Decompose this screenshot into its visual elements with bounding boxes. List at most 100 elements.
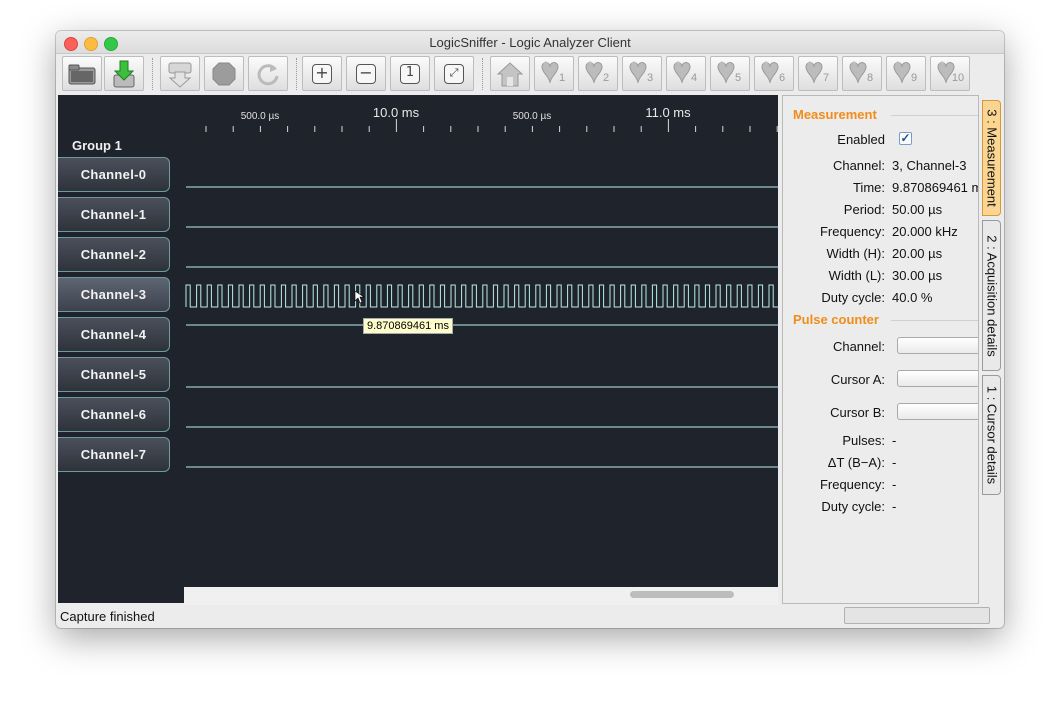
- scrollbar-thumb[interactable]: [630, 591, 734, 598]
- cursor-marker-icon: 8: [849, 61, 873, 84]
- measure-channel-value: 3, Channel-3: [892, 158, 967, 173]
- pulse-duty-cycle-label: Duty cycle:: [821, 499, 885, 514]
- pulse-channel-label: Channel:: [832, 339, 885, 354]
- goto-cursor-7-button[interactable]: 7: [798, 56, 838, 91]
- cursor-marker-icon: 7: [805, 61, 829, 84]
- signal-trace-channel-3: [185, 284, 778, 308]
- pulses-value: -: [892, 433, 897, 448]
- delta-t-value: -: [892, 455, 897, 470]
- pulse-frequency-value: -: [892, 477, 897, 492]
- measure-period-value: 50.00 µs: [892, 202, 943, 217]
- svg-text:3: 3: [647, 72, 653, 84]
- window-title: LogicSniffer - Logic Analyzer Client: [429, 35, 631, 50]
- pulse-frequency-label: Frequency:: [819, 477, 885, 492]
- title-bar: LogicSniffer - Logic Analyzer Client: [56, 31, 1004, 54]
- zoom-out-button[interactable]: −: [346, 56, 386, 91]
- cursor-marker-icon: 4: [673, 61, 697, 84]
- svg-text:6: 6: [779, 72, 785, 84]
- pulse-counter-title: Pulse counter: [793, 312, 879, 327]
- delta-t-label: ΔT (B−A):: [827, 455, 885, 470]
- stop-icon: [212, 62, 236, 85]
- repeat-capture-button[interactable]: [248, 56, 288, 91]
- cursor-marker-icon: 2: [585, 61, 609, 84]
- svg-text:9: 9: [911, 72, 917, 84]
- enabled-label: Enabled: [837, 132, 885, 147]
- goto-cursor-5-button[interactable]: 5: [710, 56, 750, 91]
- tab-cursor-details[interactable]: 1 : Cursor details: [982, 375, 1001, 495]
- tab-label: 3 : Measurement: [984, 109, 999, 207]
- measure-time-label: Time:: [852, 180, 885, 195]
- goto-cursor-8-button[interactable]: 8: [842, 56, 882, 91]
- cursor-a-label: Cursor A:: [830, 372, 885, 387]
- tab-measurement[interactable]: 3 : Measurement: [982, 100, 1001, 216]
- toolbar: + − 1 ⤢ 1 2 3 4 5 6 7 8 9 10: [56, 54, 1004, 94]
- tab-acquisition-details[interactable]: 2 : Acquisition details: [982, 220, 1001, 371]
- open-capture-button[interactable]: [62, 56, 102, 91]
- cursor-b-select[interactable]: [897, 403, 978, 420]
- cursor-a-select[interactable]: [897, 370, 978, 387]
- zoom-in-icon: +: [312, 63, 332, 84]
- pulses-label: Pulses:: [842, 433, 885, 448]
- tab-label: 2 : Acquisition details: [984, 234, 999, 357]
- pulse-duty-cycle-value: -: [892, 499, 897, 514]
- pulse-channel-select[interactable]: [897, 337, 978, 354]
- progress-bar: [844, 607, 990, 624]
- goto-cursor-6-button[interactable]: 6: [754, 56, 794, 91]
- measurement-title: Measurement: [793, 107, 877, 122]
- cursor-marker-icon: 10: [937, 61, 964, 84]
- zoom-all-button[interactable]: ⤢: [434, 56, 474, 91]
- cursor-marker-icon: 9: [893, 61, 917, 84]
- zoom-out-icon: −: [356, 63, 376, 84]
- save-capture-button[interactable]: [104, 56, 144, 91]
- measure-width-high-value: 20.00 µs: [892, 246, 943, 261]
- goto-cursor-3-button[interactable]: 3: [622, 56, 662, 91]
- svg-text:10: 10: [952, 72, 964, 84]
- home-icon: [496, 61, 524, 86]
- stop-button[interactable]: [204, 56, 244, 91]
- goto-cursor-9-button[interactable]: 9: [886, 56, 926, 91]
- zoom-all-icon: ⤢: [444, 63, 464, 84]
- svg-text:1: 1: [559, 72, 565, 84]
- svg-text:4: 4: [691, 72, 697, 84]
- zoom-in-button[interactable]: +: [302, 56, 342, 91]
- download-icon: [113, 60, 135, 87]
- status-bar: Capture finished: [56, 605, 1004, 628]
- goto-cursor-10-button[interactable]: 10: [930, 56, 970, 91]
- folder-icon: [68, 64, 96, 84]
- svg-text:7: 7: [823, 72, 829, 84]
- goto-cursor-1-button[interactable]: 1: [534, 56, 574, 91]
- measure-width-low-label: Width (L):: [828, 268, 885, 283]
- measure-duty-cycle-label: Duty cycle:: [821, 290, 885, 305]
- measurement-panel: Measurement Enabled ✓ Channel: 3, Channe…: [782, 95, 979, 604]
- svg-text:2: 2: [603, 72, 609, 84]
- goto-cursor-4-button[interactable]: 4: [666, 56, 706, 91]
- tab-label: 1 : Cursor details: [984, 385, 999, 485]
- goto-trigger-button[interactable]: [490, 56, 530, 91]
- horizontal-scrollbar[interactable]: [184, 587, 778, 605]
- svg-text:5: 5: [735, 72, 741, 84]
- status-text: Capture finished: [60, 609, 155, 624]
- cursor-marker-icon: 1: [541, 61, 565, 84]
- measure-frequency-value: 20.000 kHz: [892, 224, 958, 239]
- goto-cursor-2-button[interactable]: 2: [578, 56, 618, 91]
- signal-view[interactable]: 500.0 µs 10.0 ms 500.0 µs 11.0 ms Group …: [58, 95, 778, 603]
- measure-channel-label: Channel:: [832, 158, 885, 173]
- cursor-marker-icon: 3: [629, 61, 653, 84]
- app-window: LogicSniffer - Logic Analyzer Client + −…: [56, 31, 1004, 628]
- measure-width-low-value: 30.00 µs: [892, 268, 943, 283]
- cursor-b-label: Cursor B:: [830, 405, 885, 420]
- svg-text:8: 8: [867, 72, 873, 84]
- zoom-original-icon: 1: [400, 63, 420, 84]
- time-tooltip: 9.870869461 ms: [363, 318, 453, 334]
- zoom-original-button[interactable]: 1: [390, 56, 430, 91]
- cursor-marker-icon: 6: [761, 61, 785, 84]
- measure-period-label: Period:: [843, 202, 885, 217]
- measure-time-value: 9.870869461 ms: [892, 180, 978, 195]
- refresh-icon: [257, 63, 279, 85]
- acquire-button[interactable]: [160, 56, 200, 91]
- measure-duty-cycle-value: 40.0 %: [892, 290, 933, 305]
- signal-traces: [185, 186, 778, 468]
- cursor-marker-icon: 5: [717, 61, 741, 84]
- measure-width-high-label: Width (H):: [826, 246, 886, 261]
- enabled-checkbox[interactable]: ✓: [899, 132, 912, 145]
